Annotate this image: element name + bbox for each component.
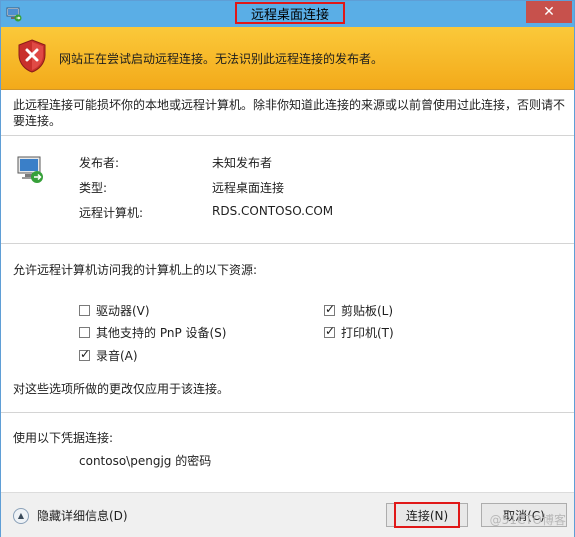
type-value: 远程桌面连接 bbox=[212, 181, 285, 195]
resources-heading: 允许远程计算机访问我的计算机上的以下资源: bbox=[13, 263, 258, 277]
credentials-value: contoso\pengjg 的密码 bbox=[79, 454, 212, 468]
options-note: 对这些选项所做的更改仅应用于该连接。 bbox=[13, 382, 230, 396]
checkbox-printers[interactable]: 打印机(T) bbox=[324, 324, 394, 341]
connect-highlight-box bbox=[394, 502, 460, 528]
checkbox-box[interactable] bbox=[324, 324, 335, 338]
checkbox-audio-recording[interactable]: 录音(A) bbox=[79, 347, 138, 364]
checkbox-box[interactable] bbox=[79, 305, 90, 316]
credentials-heading: 使用以下凭据连接: bbox=[13, 431, 114, 445]
checkbox-label: 剪贴板(L) bbox=[341, 304, 394, 318]
type-label: 类型: bbox=[79, 181, 108, 195]
hide-details-toggle[interactable]: ▲ 隐藏详细信息(D) bbox=[13, 507, 128, 524]
divider bbox=[1, 243, 574, 244]
warning-message: 网站正在尝试启动远程连接。无法识别此远程连接的发布者。 bbox=[59, 52, 384, 66]
checkbox-clipboard[interactable]: 剪贴板(L) bbox=[324, 302, 393, 319]
checkbox-label: 驱动器(V) bbox=[96, 304, 150, 318]
remote-computer-label: 远程计算机: bbox=[79, 206, 144, 220]
remote-desktop-app-icon bbox=[6, 7, 22, 22]
title-bar[interactable]: 远程桌面连接 ✕ bbox=[1, 1, 574, 27]
chevron-up-icon[interactable]: ▲ bbox=[13, 507, 29, 524]
checkbox-drives[interactable]: 驱动器(V) bbox=[79, 302, 150, 319]
divider bbox=[1, 135, 574, 136]
checkbox-label: 其他支持的 PnP 设备(S) bbox=[96, 326, 227, 340]
remote-desktop-dialog: 远程桌面连接 ✕ 网站正在尝试启动远程连接。无法识别此远程连接的发布者。 此远程… bbox=[0, 0, 575, 537]
checkbox-box[interactable] bbox=[324, 302, 335, 316]
warning-banner: 网站正在尝试启动远程连接。无法识别此远程连接的发布者。 bbox=[1, 27, 574, 90]
divider bbox=[1, 412, 574, 413]
shield-error-icon bbox=[18, 39, 46, 73]
publisher-label: 发布者: bbox=[79, 156, 120, 170]
checkbox-label: 录音(A) bbox=[96, 349, 138, 363]
intro-text: 此远程连接可能损坏你的本地或远程计算机。除非你知道此连接的来源或以前曾使用过此连… bbox=[13, 98, 566, 128]
checkbox-pnp-devices[interactable]: 其他支持的 PnP 设备(S) bbox=[79, 324, 226, 341]
checkbox-label: 打印机(T) bbox=[341, 326, 394, 340]
close-button[interactable]: ✕ bbox=[526, 1, 572, 23]
checkbox-box[interactable] bbox=[79, 327, 90, 338]
checkbox-box[interactable] bbox=[79, 347, 90, 361]
hide-details-label: 隐藏详细信息(D) bbox=[37, 509, 128, 523]
watermark: @51CTO博客 bbox=[489, 513, 566, 527]
remote-computer-icon bbox=[17, 156, 43, 183]
window-title: 远程桌面连接 bbox=[235, 2, 345, 24]
remote-computer-value: RDS.CONTOSO.COM bbox=[212, 204, 334, 218]
publisher-value: 未知发布者 bbox=[212, 156, 273, 170]
